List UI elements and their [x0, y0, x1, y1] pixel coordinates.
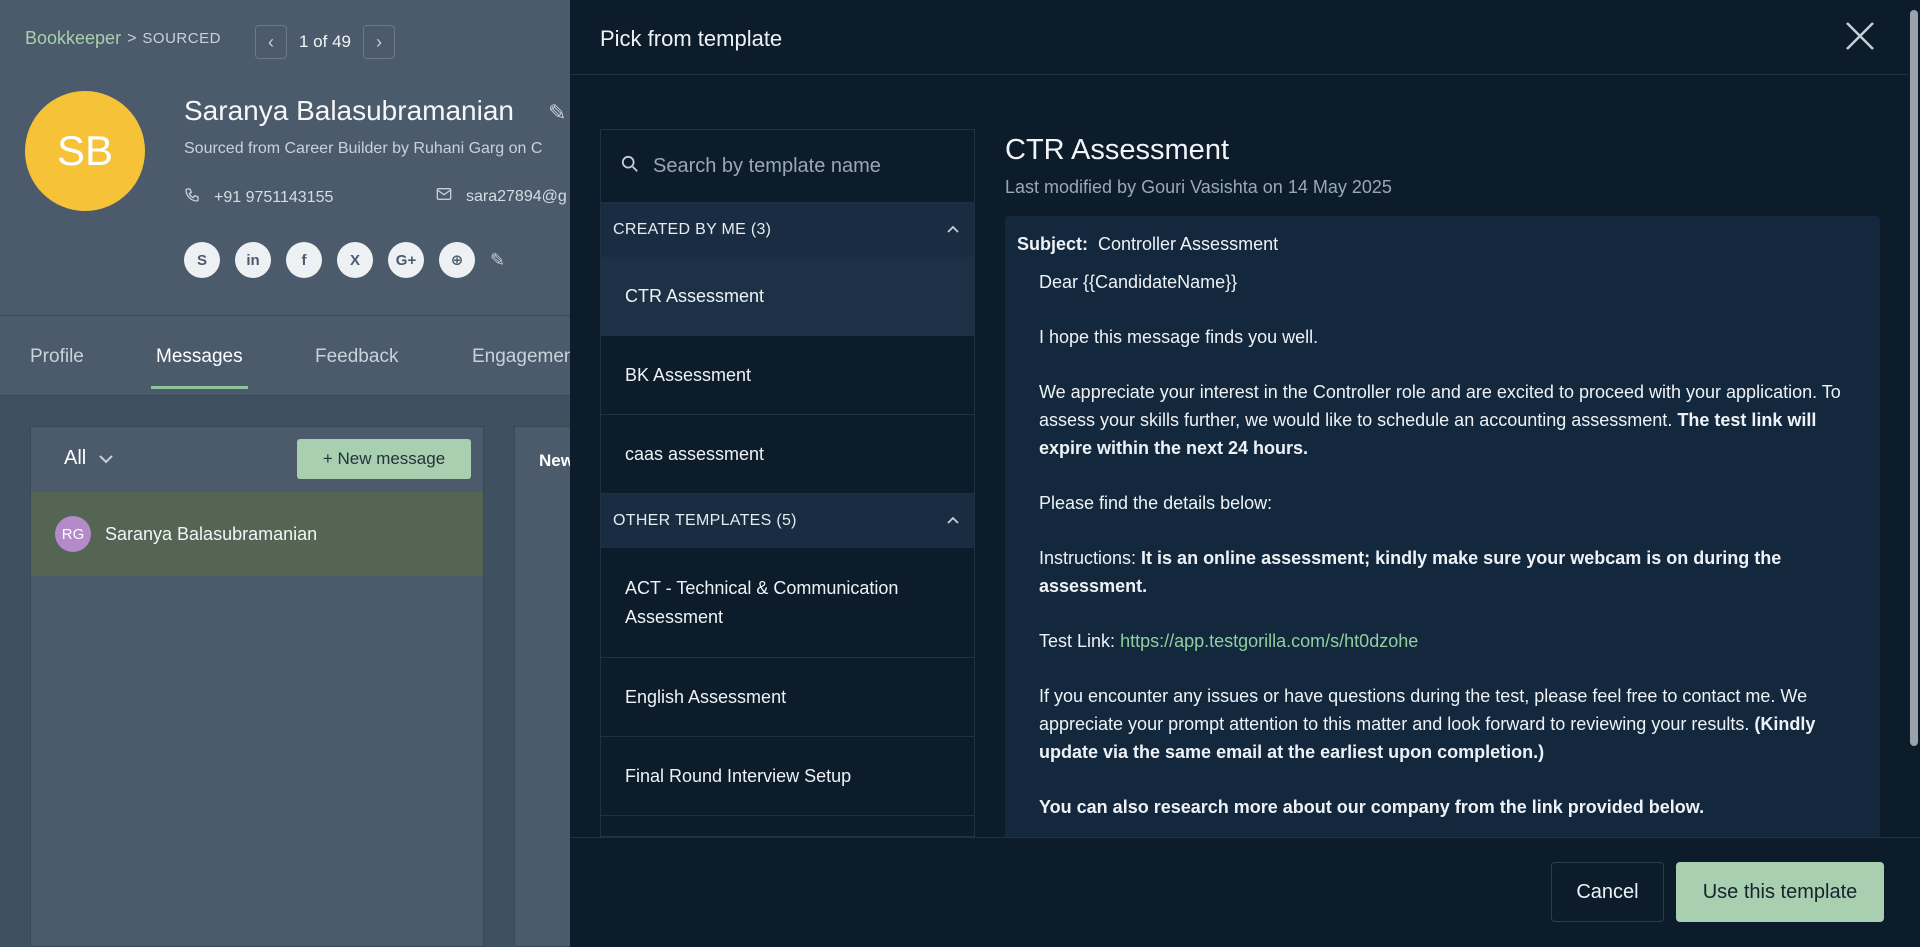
close-icon: [1845, 21, 1875, 56]
globe-icon[interactable]: ⊕: [439, 242, 475, 278]
group-label: CREATED BY ME (3): [613, 221, 772, 238]
paragraph-3: Please find the details below:: [1039, 493, 1273, 513]
candidate-pager: ‹ 1 of 49 ›: [255, 25, 395, 59]
search-icon: [621, 155, 639, 178]
linkedin-icon[interactable]: in: [235, 242, 271, 278]
preview-meta: Last modified by Gouri Vasishta on 14 Ma…: [1005, 177, 1392, 197]
filter-label: All: [64, 447, 87, 469]
candidate-avatar: SB: [25, 91, 145, 211]
facebook-icon[interactable]: f: [286, 242, 322, 278]
paragraph-7: You can also research more about our com…: [1039, 793, 1868, 821]
template-preview: CTR Assessment Last modified by Gouri Va…: [1005, 129, 1880, 837]
paragraph-5: Test Link: https://app.testgorilla.com/s…: [1039, 627, 1868, 655]
cancel-button[interactable]: Cancel: [1551, 862, 1664, 922]
breadcrumb: Bookkeeper > SOURCED: [25, 28, 221, 49]
scrollbar-thumb[interactable]: [1910, 10, 1918, 746]
template-search-input[interactable]: [653, 154, 953, 178]
next-candidate-button[interactable]: ›: [363, 25, 395, 59]
template-list: CREATED BY ME (3) CTR Assessment BK Asse…: [600, 129, 975, 837]
candidate-name: Saranya Balasubramanian: [184, 95, 514, 126]
test-link[interactable]: https://app.testgorilla.com/s/ht0dzohe: [1120, 631, 1418, 651]
paragraph-6: If you encounter any issues or have ques…: [1039, 682, 1868, 766]
preview-body: Subject: Controller Assessment Dear {{Can…: [1005, 216, 1880, 837]
preview-title: CTR Assessment: [1005, 134, 1229, 166]
pager-count: 1 of 49: [299, 32, 351, 51]
template-search: [601, 130, 974, 203]
tab-engagement[interactable]: Engagemen: [472, 346, 574, 368]
candidate-header: Bookkeeper > SOURCED ‹ 1 of 49 › SB Sara…: [0, 0, 570, 316]
email-address[interactable]: sara27894@g: [466, 188, 567, 206]
preview-subject: Subject: Controller Assessment: [1017, 230, 1868, 258]
candidate-tabs: Profile Messages Feedback Engagemen: [0, 316, 574, 396]
new-message-button[interactable]: + New message: [297, 439, 471, 479]
chevron-up-icon: [946, 221, 960, 239]
template-item-ctr-assessment[interactable]: CTR Assessment: [601, 257, 974, 336]
modal-header: Pick from template: [570, 0, 1920, 75]
conversation-label: New: [539, 451, 574, 470]
mail-icon: [436, 187, 452, 206]
tab-feedback[interactable]: Feedback: [315, 346, 398, 368]
modal-title: Pick from template: [600, 26, 783, 51]
candidate-phone: +91 9751143155: [184, 187, 333, 208]
breadcrumb-separator: >: [127, 29, 137, 47]
phone-number[interactable]: +91 9751143155: [214, 189, 333, 207]
close-button[interactable]: [1840, 18, 1880, 58]
group-header-created-by-me[interactable]: CREATED BY ME (3): [601, 203, 974, 257]
paragraph-1: I hope this message finds you well.: [1039, 327, 1319, 347]
breadcrumb-job-link[interactable]: Bookkeeper: [25, 28, 121, 49]
x-icon[interactable]: X: [337, 242, 373, 278]
breadcrumb-stage: SOURCED: [142, 30, 221, 47]
tab-profile[interactable]: Profile: [30, 346, 84, 368]
template-item-final-round-interview[interactable]: Final Round Interview Setup: [601, 737, 974, 816]
google-plus-icon[interactable]: G+: [388, 242, 424, 278]
subject-label: Subject:: [1017, 234, 1089, 254]
template-picker-modal: Pick from template CREATED BY ME (3) CTR…: [570, 0, 1920, 947]
message-list-panel: All + New message RG Saranya Balasubrama…: [30, 426, 484, 947]
paragraph-6-text: If you encounter any issues or have ques…: [1039, 686, 1808, 734]
template-item-bk-assessment[interactable]: BK Assessment: [601, 336, 974, 415]
social-links: S in f X G+ ⊕ ✎: [184, 242, 505, 278]
chevron-down-icon: [98, 447, 114, 470]
chevron-up-icon: [946, 512, 960, 530]
instructions-text: It is an online assessment; kindly make …: [1039, 548, 1782, 596]
active-tab-indicator: [151, 386, 248, 389]
paragraph-7-bold: You can also research more about our com…: [1039, 797, 1705, 817]
subject-text: Controller Assessment: [1098, 234, 1279, 254]
edit-name-icon[interactable]: ✎: [548, 100, 566, 126]
modal-scrollbar[interactable]: [1908, 0, 1920, 837]
instructions-label: Instructions:: [1039, 548, 1137, 568]
greeting: Dear {{CandidateName}}: [1039, 272, 1238, 292]
group-header-other-templates[interactable]: OTHER TEMPLATES (5): [601, 494, 974, 548]
message-thread-item[interactable]: RG Saranya Balasubramanian: [31, 492, 483, 576]
group-label: OTHER TEMPLATES (5): [613, 512, 797, 529]
template-item-act-assessment[interactable]: ACT - Technical & Communication Assessme…: [601, 548, 974, 658]
message-filter[interactable]: All: [64, 447, 114, 470]
conversation-panel: New: [514, 426, 574, 947]
candidate-source: Sourced from Career Builder by Ruhani Ga…: [184, 140, 543, 157]
thread-avatar: RG: [55, 516, 91, 552]
edit-socials-icon[interactable]: ✎: [490, 250, 505, 271]
skype-icon[interactable]: S: [184, 242, 220, 278]
tab-messages[interactable]: Messages: [156, 346, 243, 368]
thread-name: Saranya Balasubramanian: [105, 523, 318, 544]
template-item-caas-assessment[interactable]: caas assessment: [601, 415, 974, 494]
modal-footer: Cancel Use this template: [570, 837, 1920, 947]
phone-icon: [184, 187, 200, 208]
candidate-email: sara27894@g: [436, 187, 567, 206]
prev-candidate-button[interactable]: ‹: [255, 25, 287, 59]
preview-text: Dear {{CandidateName}} I hope this messa…: [1017, 268, 1868, 821]
paragraph-2: We appreciate your interest in the Contr…: [1039, 378, 1868, 462]
use-template-button[interactable]: Use this template: [1676, 862, 1884, 922]
paragraph-4: Instructions: It is an online assessment…: [1039, 544, 1868, 600]
test-link-label: Test Link:: [1039, 631, 1116, 651]
template-item-english-assessment[interactable]: English Assessment: [601, 658, 974, 737]
